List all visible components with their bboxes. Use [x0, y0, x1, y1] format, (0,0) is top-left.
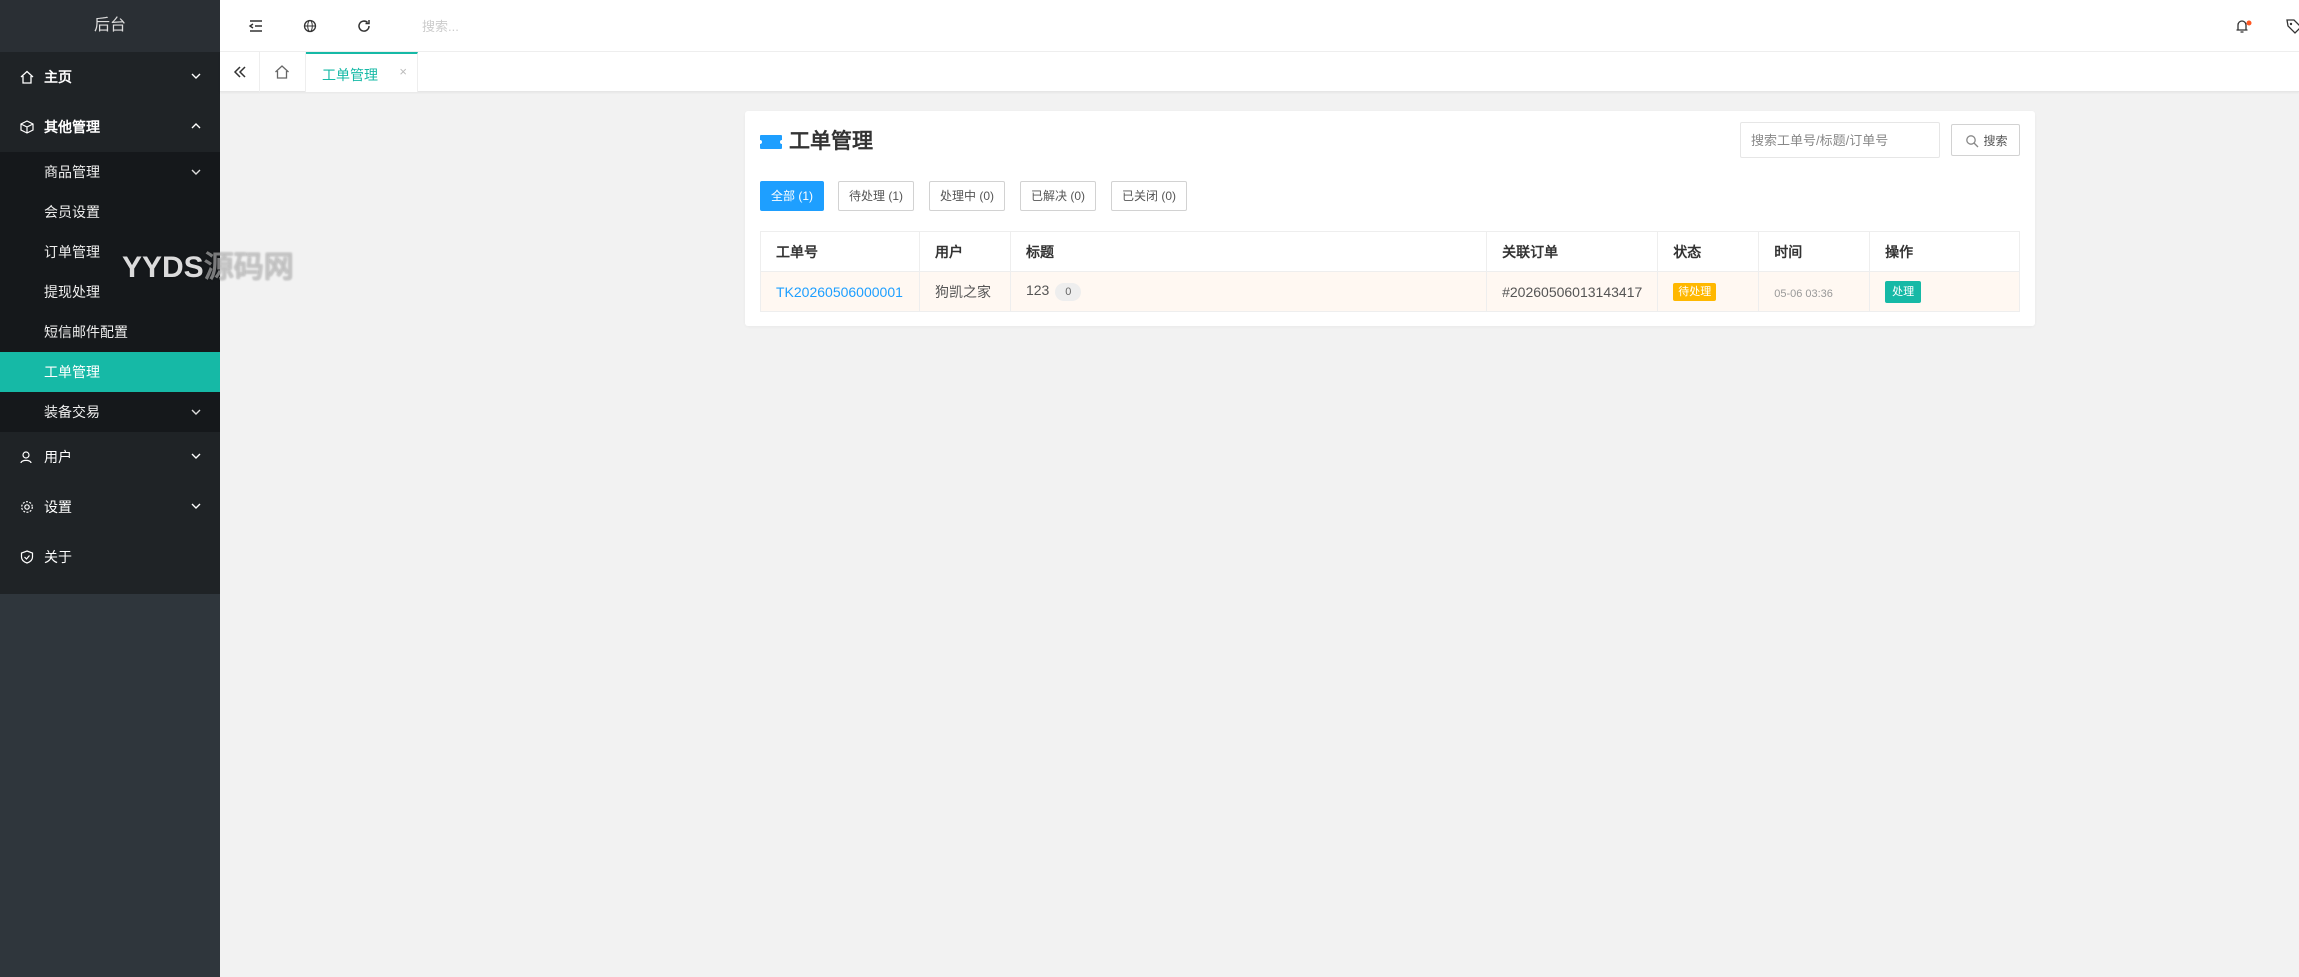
sidebar-item-settings[interactable]: 设置	[0, 482, 220, 532]
chevron-down-icon	[191, 169, 201, 175]
double-chevron-left-icon	[233, 66, 246, 78]
search-button[interactable]: 搜索	[1951, 124, 2020, 156]
tab-label: 工单管理	[322, 67, 378, 83]
filter-closed[interactable]: 已关闭 (0)	[1111, 181, 1188, 211]
column-header: 工单号	[760, 231, 920, 272]
sidebar-item-label: 会员设置	[44, 204, 100, 220]
sidebar-item-ticket-management[interactable]: 工单管理	[0, 352, 220, 392]
sidebar-item-label: 装备交易	[44, 404, 100, 420]
shield-check-icon	[20, 550, 34, 564]
sidebar-item-other-management[interactable]: 其他管理	[0, 102, 220, 152]
watermark: YYDS源码网	[122, 251, 294, 284]
user-icon	[20, 451, 32, 464]
ticket-card: 工单管理 搜索 全部 (1) 待处理 (1) 处理中 (0) 已解决 (0) 已…	[745, 111, 2035, 326]
sidebar-item-label: 短信邮件配置	[44, 324, 128, 340]
process-button[interactable]: 处理	[1885, 280, 1922, 303]
close-icon[interactable]: ×	[399, 64, 407, 79]
sidebar-item-about[interactable]: 关于	[0, 532, 220, 582]
globe-icon[interactable]	[300, 16, 320, 36]
home-icon	[275, 65, 289, 79]
related-order: #20260506013143417	[1486, 271, 1659, 312]
chevron-down-icon	[191, 453, 201, 459]
table-row: TK20260506000001 狗凯之家 123 0 #202605060131…	[760, 271, 2020, 312]
page-title: 工单管理	[759, 127, 873, 157]
sidebar-item-label: 商品管理	[44, 164, 100, 180]
top-header	[220, 0, 2299, 52]
sidebar-item-equipment-trade[interactable]: 装备交易	[0, 392, 220, 432]
column-header: 用户	[918, 231, 1011, 272]
column-header: 标题	[1009, 231, 1488, 272]
sidebar: 后台 主页 其他管理 商品管理 会员设置 订单管理 提现处理 短信邮件配置 工单…	[0, 0, 220, 977]
sidebar-item-label: 关于	[44, 549, 72, 565]
sidebar-item-member-settings[interactable]: 会员设置	[0, 192, 220, 232]
bell-icon[interactable]	[2232, 16, 2252, 36]
tag-icon[interactable]	[2284, 16, 2299, 36]
ticket-search-input[interactable]	[1740, 122, 1940, 158]
sidebar-item-label: 订单管理	[44, 244, 100, 260]
ticket-table: 工单号 用户 标题 关联订单 状态 时间 操作 TK20260506000001…	[760, 231, 2020, 312]
tab-home-button[interactable]	[260, 52, 306, 92]
sidebar-item-users[interactable]: 用户	[0, 432, 220, 482]
notification-dot	[2246, 20, 2252, 26]
sidebar-item-label: 其他管理	[44, 119, 100, 135]
column-header: 操作	[1869, 231, 2020, 272]
cube-icon	[20, 120, 34, 134]
menu-fold-icon[interactable]	[246, 16, 266, 36]
filter-all[interactable]: 全部 (1)	[760, 181, 825, 211]
tab-scroll-left-button[interactable]	[220, 52, 260, 92]
header-search-input[interactable]	[422, 14, 622, 38]
ticket-icon	[760, 135, 782, 149]
home-icon	[20, 70, 34, 84]
filter-resolved[interactable]: 已解决 (0)	[1020, 181, 1097, 211]
sidebar-item-product-management[interactable]: 商品管理	[0, 152, 220, 192]
chevron-down-icon	[191, 503, 201, 509]
gear-icon	[21, 501, 33, 513]
sidebar-item-label: 工单管理	[44, 364, 100, 380]
sidebar-item-label: 设置	[44, 499, 72, 515]
ticket-title: 123	[1025, 282, 1050, 299]
ticket-time: 05-06 03:36	[1774, 287, 1833, 300]
sidebar-item-label: 提现处理	[44, 284, 100, 300]
chevron-down-icon	[191, 409, 201, 415]
sidebar-item-label: 用户	[44, 449, 72, 465]
sidebar-item-home[interactable]: 主页	[0, 52, 220, 102]
reply-count-badge: 0	[1055, 282, 1082, 301]
filter-processing[interactable]: 处理中 (0)	[929, 181, 1006, 211]
ticket-number-link[interactable]: TK20260506000001	[776, 284, 903, 300]
search-icon	[1966, 135, 1979, 148]
app-logo[interactable]: 后台	[0, 0, 220, 52]
submenu-other-management: 商品管理 会员设置 订单管理 提现处理 短信邮件配置 工单管理 装备交易	[0, 152, 220, 432]
refresh-icon[interactable]	[354, 16, 374, 36]
chevron-down-icon	[191, 73, 201, 79]
column-header: 状态	[1657, 231, 1760, 272]
tab-bar: 工单管理 ×	[220, 52, 2299, 92]
column-header: 关联订单	[1486, 231, 1659, 272]
status-badge: 待处理	[1673, 283, 1717, 301]
chevron-up-icon	[191, 123, 201, 129]
column-header: 时间	[1758, 231, 1871, 272]
table-header-row: 工单号 用户 标题 关联订单 状态 时间 操作	[760, 231, 2020, 272]
sidebar-item-label: 主页	[44, 69, 72, 85]
tab-ticket-management[interactable]: 工单管理 ×	[306, 52, 418, 92]
sidebar-item-sms-email-config[interactable]: 短信邮件配置	[0, 312, 220, 352]
filter-pending[interactable]: 待处理 (1)	[838, 181, 915, 211]
sidebar-menu: 主页 其他管理 商品管理 会员设置 订单管理 提现处理 短信邮件配置 工单管理 …	[0, 52, 220, 594]
ticket-user: 狗凯之家	[918, 271, 1011, 312]
